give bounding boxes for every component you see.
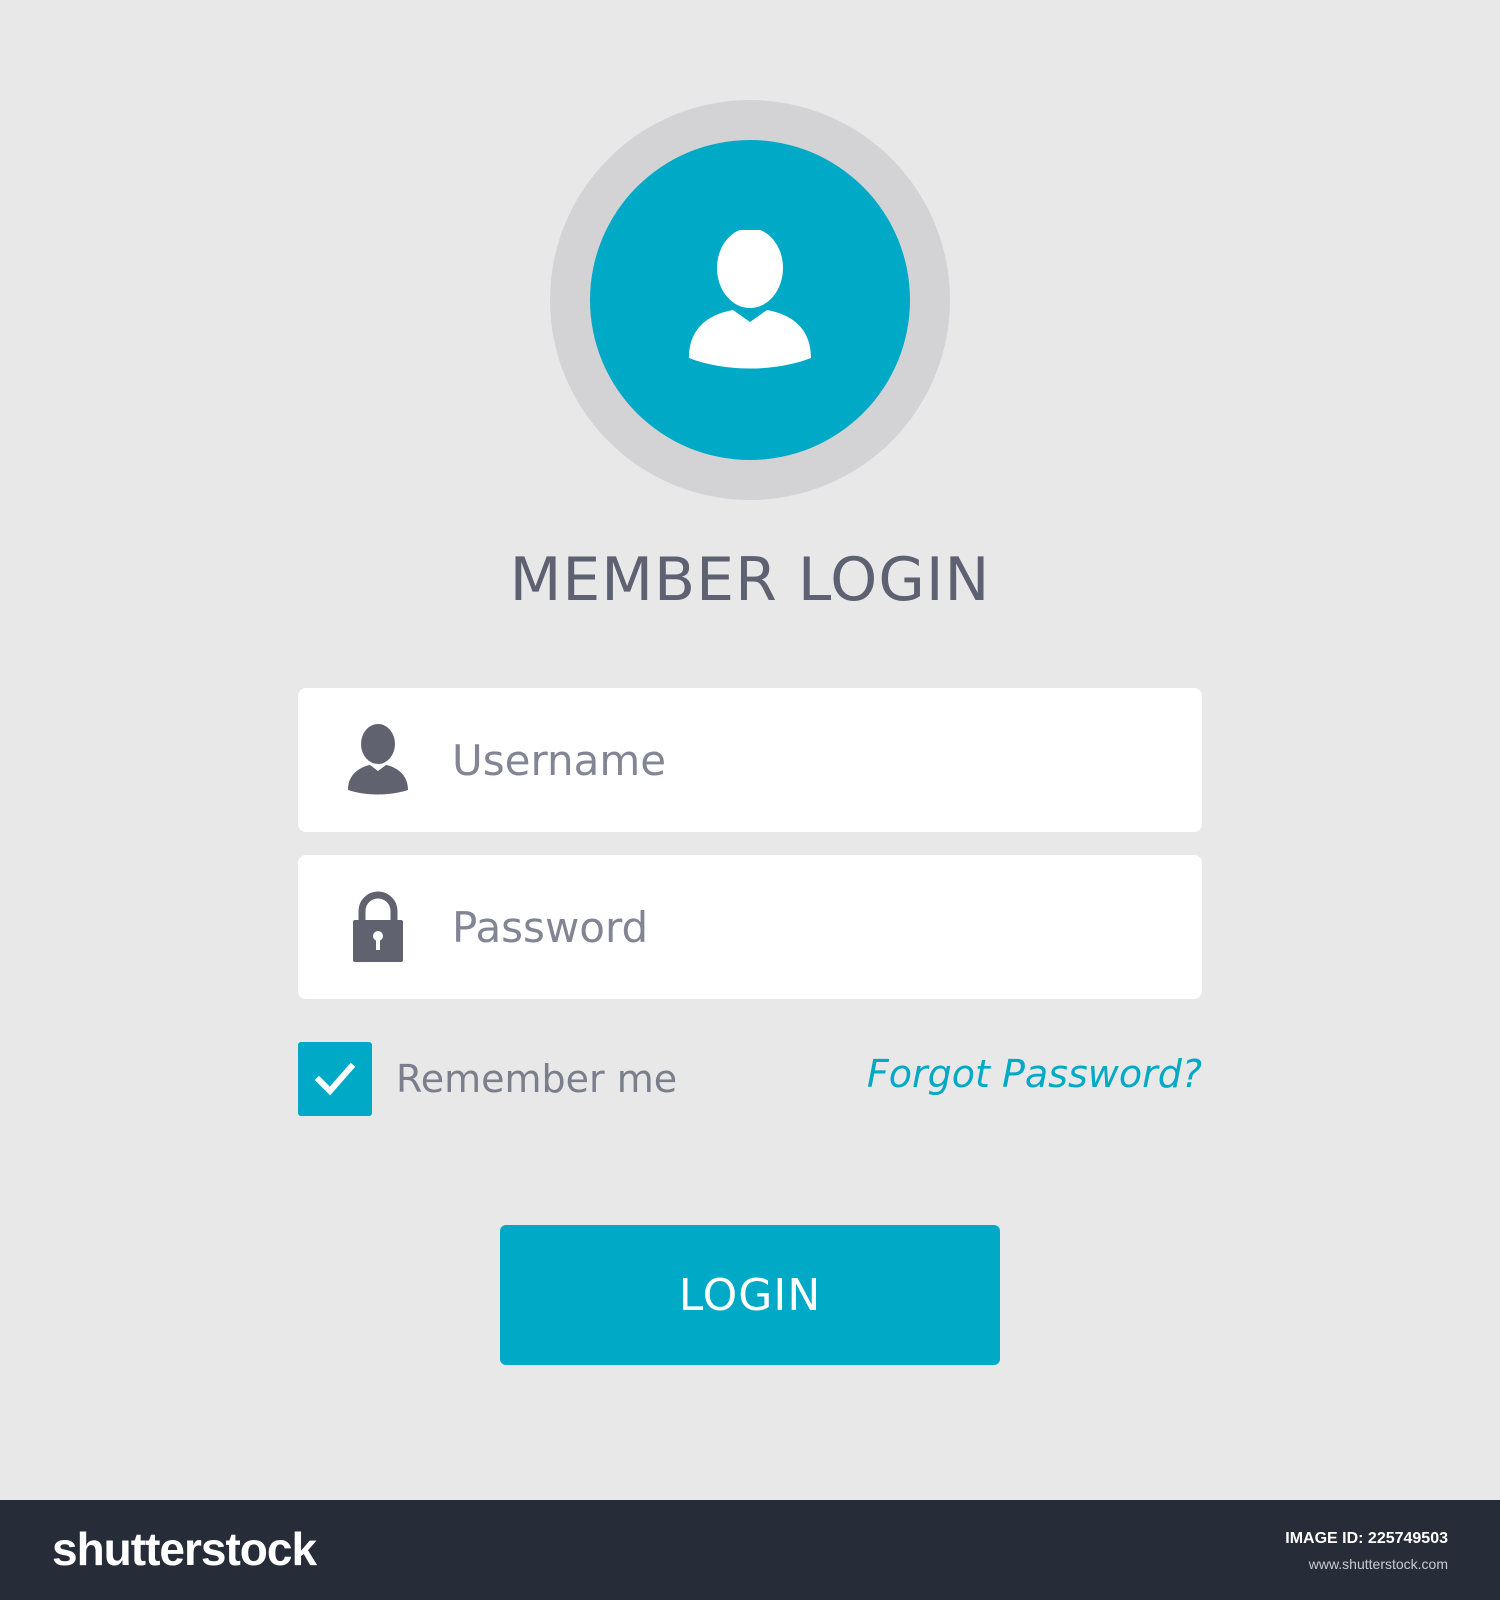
login-page: MEMBER LOGIN Remember me Forgot Password… <box>0 0 1500 1500</box>
watermark-logo: shutterstock <box>52 1523 317 1575</box>
user-icon <box>348 724 408 795</box>
login-button[interactable]: LOGIN <box>500 1225 1000 1365</box>
remember-me: Remember me <box>298 1042 677 1116</box>
watermark-url: www.shutterstock.com <box>1308 1556 1448 1572</box>
password-field[interactable] <box>298 855 1202 999</box>
remember-me-checkbox[interactable] <box>298 1042 372 1116</box>
user-avatar-icon <box>689 230 811 369</box>
forgot-password-link[interactable]: Forgot Password? <box>867 1052 1202 1096</box>
checkmark-icon <box>315 1062 355 1096</box>
page-title: MEMBER LOGIN <box>509 545 991 615</box>
watermark-bar: shutterstock IMAGE ID: 225749503 www.shu… <box>0 1500 1500 1600</box>
password-input[interactable] <box>452 891 1152 963</box>
image-id: IMAGE ID: 225749503 <box>1285 1530 1448 1547</box>
avatar <box>590 140 910 460</box>
lock-icon <box>353 891 403 962</box>
username-field[interactable] <box>298 688 1202 832</box>
username-input[interactable] <box>452 724 1152 796</box>
remember-me-label: Remember me <box>396 1057 678 1101</box>
